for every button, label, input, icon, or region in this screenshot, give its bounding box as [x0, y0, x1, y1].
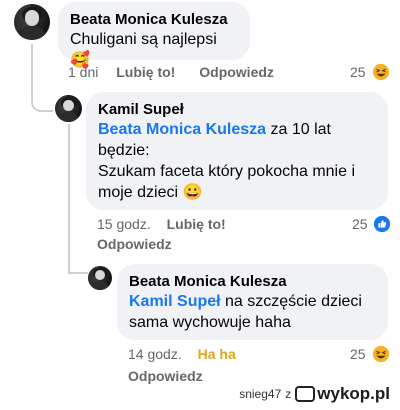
- laughing-reaction-icon[interactable]: [372, 63, 390, 81]
- wykop-logo: wykop.pl: [295, 384, 390, 404]
- comment-text: na szczęście dzieci: [220, 293, 362, 310]
- comment-meta: 14 godz. Ha ha: [128, 346, 236, 362]
- thread-line: [68, 262, 88, 274]
- comment-time[interactable]: 1 dni: [68, 64, 98, 80]
- wykop-logo-icon: [295, 386, 316, 402]
- comment-text: moje dzieci: [98, 184, 179, 201]
- comment-bubble: Beata Monica Kulesza Kamil Supeł na szcz…: [117, 264, 388, 340]
- grinning-emoji: 😀: [182, 184, 203, 201]
- comment-time[interactable]: 14 godz.: [128, 346, 182, 362]
- like-button[interactable]: Lubię to!: [116, 64, 175, 80]
- watermark-user: snieg47: [239, 387, 282, 401]
- comment-meta: 15 godz. Lubię to!: [97, 216, 226, 232]
- comment-time[interactable]: 15 godz.: [97, 216, 151, 232]
- haha-button[interactable]: Ha ha: [198, 346, 236, 362]
- comment-meta: Odpowiedz: [97, 236, 172, 252]
- comment-text: Szukam faceta który pokocha mnie i: [98, 163, 356, 180]
- like-button[interactable]: Lubię to!: [167, 216, 226, 232]
- watermark: snieg47 z wykop.pl: [239, 384, 390, 404]
- reaction-count[interactable]: 25: [352, 216, 368, 232]
- reply-button[interactable]: Odpowiedz: [97, 236, 172, 252]
- reaction-count[interactable]: 25: [350, 64, 366, 80]
- laughing-reaction-icon[interactable]: [372, 345, 390, 363]
- avatar[interactable]: [55, 95, 82, 122]
- wykop-logo-text: wykop.pl: [317, 384, 390, 403]
- comment-text: sama wychowuje haha: [129, 314, 291, 331]
- like-reaction-icon[interactable]: [373, 215, 391, 233]
- comment-meta: Odpowiedz: [128, 368, 203, 384]
- comment-text: Chuligani są najlepsi: [70, 31, 217, 48]
- comment-meta: 1 dni Lubię to! Odpowiedz: [68, 64, 274, 80]
- comment-author[interactable]: Kamil Supeł: [98, 100, 376, 119]
- avatar[interactable]: [14, 4, 50, 40]
- mention-link[interactable]: Kamil Supeł: [129, 293, 221, 310]
- mention-link[interactable]: Beata Monica Kulesza: [98, 121, 266, 138]
- comment-author[interactable]: Beata Monica Kulesza: [129, 272, 376, 291]
- avatar[interactable]: [88, 266, 112, 290]
- comment-author[interactable]: Beata Monica Kulesza: [70, 10, 238, 29]
- comment-bubble: Beata Monica Kulesza Chuligani są najlep…: [58, 2, 250, 69]
- watermark-separator: z: [285, 387, 292, 401]
- thread-line: [68, 124, 70, 272]
- thread-line: [31, 44, 53, 112]
- reply-button[interactable]: Odpowiedz: [128, 368, 203, 384]
- comment-text: za 10 lat: [266, 121, 332, 138]
- reaction-count[interactable]: 25: [350, 346, 366, 362]
- comment-text: będzie:: [98, 142, 150, 159]
- comment-bubble: Kamil Supeł Beata Monica Kulesza za 10 l…: [86, 92, 388, 210]
- reply-button[interactable]: Odpowiedz: [199, 64, 274, 80]
